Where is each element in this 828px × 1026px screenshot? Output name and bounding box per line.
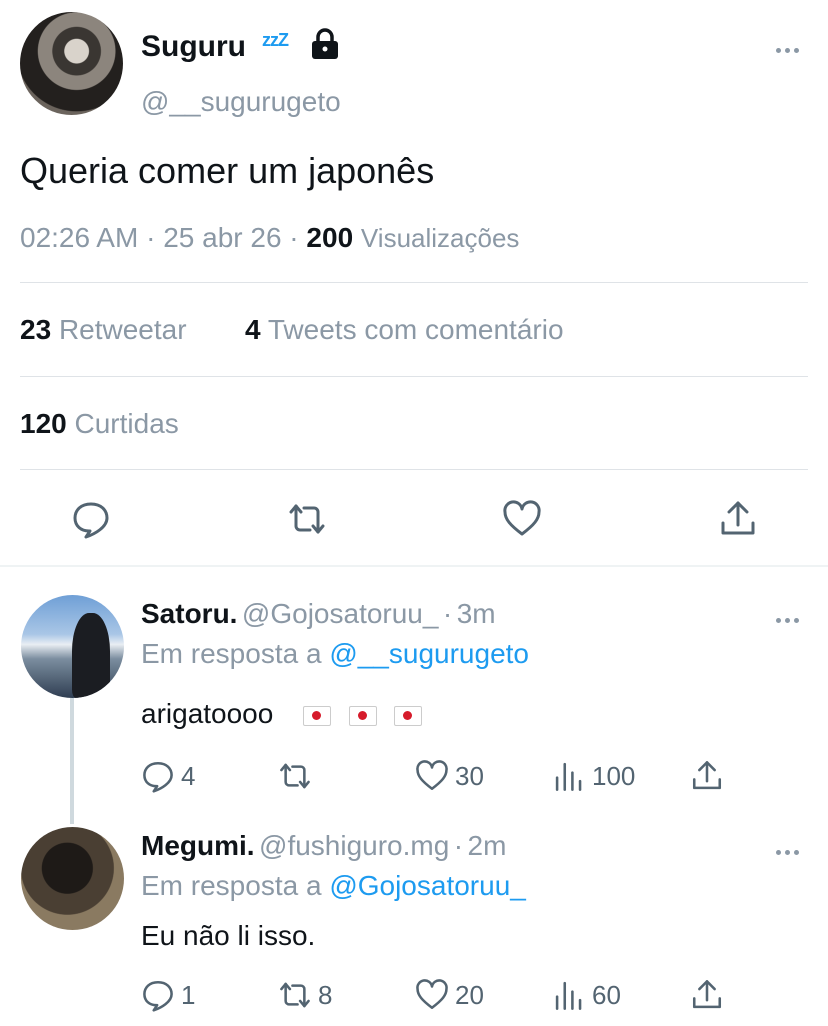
reply-action[interactable]: 4 (141, 759, 195, 793)
retweet-action[interactable]: 8 (278, 978, 332, 1012)
lock-icon (310, 28, 340, 60)
retweet-action[interactable] (278, 759, 318, 793)
more-icon[interactable] (776, 610, 806, 623)
tweet-time[interactable]: 02:26 AM (20, 222, 138, 253)
retweet-icon (280, 982, 310, 1008)
reply-count: 1 (181, 979, 196, 1010)
divider (20, 376, 808, 377)
username-handle[interactable]: @fushiguro.mg (259, 830, 449, 861)
reply-prefix: Em resposta a (141, 638, 322, 669)
section-separator (0, 565, 828, 567)
reply-age: 2m (467, 830, 507, 861)
reply-text: Eu não li isso. (141, 920, 316, 951)
flag-japan-icon (394, 705, 423, 726)
divider (20, 469, 808, 470)
reply-header: Megumi. @fushiguro.mg · 2m (141, 830, 507, 861)
quotes-label: Tweets com comentário (267, 314, 564, 345)
views-count: 200 (306, 222, 354, 253)
likes-count: 120 (20, 408, 67, 439)
username-handle[interactable]: @Gojosatoruu_ (242, 598, 439, 629)
retweet-icon[interactable] (287, 499, 327, 539)
reply-icon[interactable] (71, 499, 111, 539)
reply-age: 3m (456, 598, 496, 629)
like-action[interactable]: 30 (415, 759, 484, 793)
quote-stats[interactable]: 4 Tweets com comentário (245, 314, 564, 346)
more-icon[interactable] (776, 40, 806, 53)
display-name[interactable]: Megumi. (141, 830, 255, 861)
like-count: 20 (455, 979, 484, 1010)
retweets-label: Retweetar (58, 314, 187, 345)
avatar[interactable] (21, 827, 124, 930)
like-stats[interactable]: 120 Curtidas (20, 408, 179, 440)
likes-label: Curtidas (74, 408, 179, 439)
username-handle[interactable]: @__sugurugeto (141, 86, 341, 118)
flag-japan-icon (348, 705, 377, 726)
more-icon[interactable] (776, 842, 806, 855)
like-icon (416, 979, 448, 1010)
reply-context: Em resposta a @__sugurugeto (141, 638, 529, 670)
display-name[interactable]: Suguru (141, 30, 246, 64)
tweet-text: Queria comer um japonês (20, 150, 435, 191)
flag-japan-icon (302, 705, 331, 726)
views-count: 100 (592, 760, 636, 791)
tweet-date[interactable]: 25 abr 26 (163, 222, 281, 253)
views-icon (555, 762, 582, 791)
share-icon (692, 980, 722, 1009)
quotes-count: 4 (245, 314, 261, 345)
reply-prefix: Em resposta a (141, 870, 322, 901)
sleep-emoji: zzZ (262, 30, 289, 50)
like-count: 30 (455, 760, 484, 791)
share-icon[interactable] (718, 499, 758, 539)
thread-line (70, 698, 74, 824)
retweets-count: 23 (20, 314, 52, 345)
retweet-stats[interactable]: 23 Retweetar (20, 314, 187, 346)
share-action[interactable] (690, 759, 730, 793)
display-name[interactable]: Satoru. (141, 598, 237, 629)
share-action[interactable] (690, 978, 730, 1012)
reply-icon (143, 761, 173, 793)
reply-action[interactable]: 1 (141, 978, 195, 1012)
retweet-count: 8 (318, 979, 333, 1010)
avatar[interactable] (21, 595, 124, 698)
views-label: Visualizações (360, 223, 520, 253)
reply-icon (143, 980, 173, 1012)
reply-text-content: arigatoooo (141, 698, 274, 729)
like-icon (416, 760, 448, 791)
views-action[interactable]: 60 (552, 978, 621, 1012)
reply-context: Em resposta a @Gojosatoruu_ (141, 870, 526, 902)
like-icon[interactable] (502, 499, 542, 539)
retweet-icon (280, 763, 310, 789)
tweet-meta: 02:26 AM · 25 abr 26 · 200 Visualizações (20, 222, 520, 253)
like-action[interactable]: 20 (415, 978, 484, 1012)
avatar[interactable] (20, 12, 123, 115)
mention-link[interactable]: @Gojosatoruu_ (329, 870, 526, 901)
reply-count: 4 (181, 760, 196, 791)
reply-header: Satoru. @Gojosatoruu_ · 3m (141, 598, 496, 629)
reply-text: arigatoooo (141, 698, 432, 730)
views-count: 60 (592, 979, 621, 1010)
divider (20, 282, 808, 283)
share-icon (692, 761, 722, 790)
views-icon (555, 981, 582, 1010)
mention-link[interactable]: @__sugurugeto (329, 638, 529, 669)
views-action[interactable]: 100 (552, 759, 635, 793)
